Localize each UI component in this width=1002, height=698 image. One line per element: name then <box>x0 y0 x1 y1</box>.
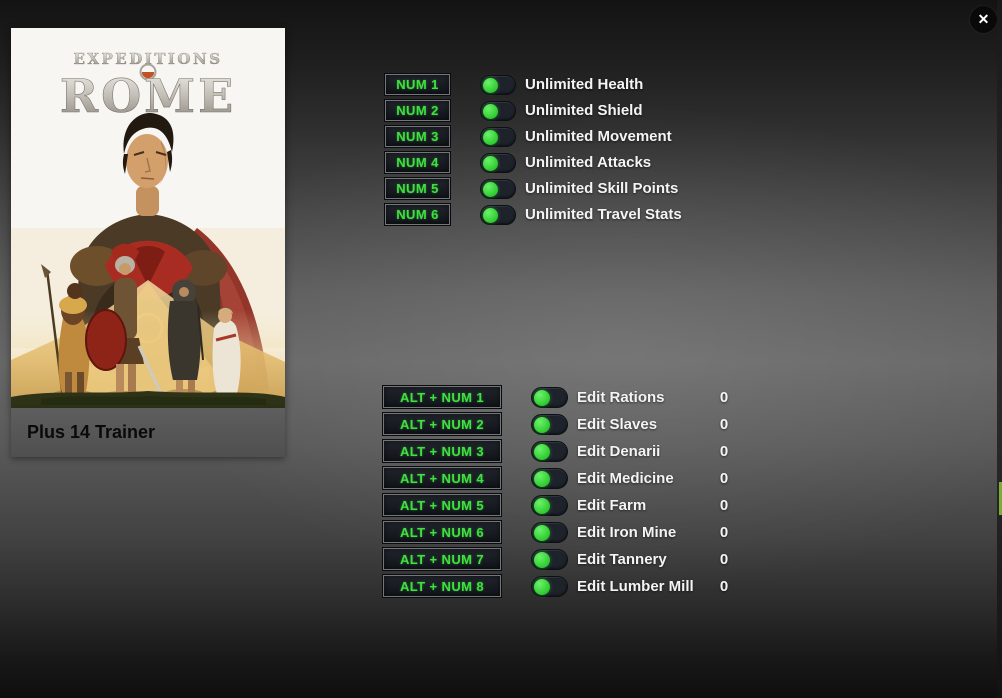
cheat-label: Unlimited Travel Stats <box>525 206 682 223</box>
trainer-row: ALT + NUM 4 Edit Medicine 0 <box>383 467 694 489</box>
trainer-row: NUM 6 Unlimited Travel Stats <box>385 204 682 225</box>
cheat-value: 0 <box>713 470 735 487</box>
poster-title-main: ROME <box>60 69 236 123</box>
close-icon: ✕ <box>978 11 990 28</box>
cheat-label: Unlimited Health <box>525 76 643 93</box>
toggle-switch[interactable] <box>480 179 516 199</box>
cheat-label: Edit Slaves <box>577 416 657 433</box>
trainer-row: ALT + NUM 5 Edit Farm 0 <box>383 494 694 516</box>
toggle-switch[interactable] <box>531 468 568 489</box>
cheat-group-editors: ALT + NUM 1 Edit Rations 0 ALT + NUM 2 E… <box>383 386 694 597</box>
hotkey-button[interactable]: NUM 6 <box>385 204 450 225</box>
toggle-switch[interactable] <box>480 127 516 147</box>
toggle-knob <box>483 208 498 223</box>
toggle-knob <box>534 390 550 406</box>
hotkey-button[interactable]: ALT + NUM 7 <box>383 548 501 570</box>
toggle-knob <box>534 579 550 595</box>
toggle-knob <box>534 498 550 514</box>
cheat-label: Edit Lumber Mill <box>577 578 694 595</box>
cheat-label: Unlimited Attacks <box>525 154 651 171</box>
hotkey-button[interactable]: NUM 2 <box>385 100 450 121</box>
hotkey-button[interactable]: ALT + NUM 3 <box>383 440 501 462</box>
cheat-label: Edit Denarii <box>577 443 660 460</box>
trainer-row: ALT + NUM 7 Edit Tannery 0 <box>383 548 694 570</box>
cheat-label: Edit Rations <box>577 389 665 406</box>
trainer-row: NUM 1 Unlimited Health <box>385 74 682 95</box>
cheat-value: 0 <box>713 389 735 406</box>
toggle-knob <box>534 552 550 568</box>
toggle-knob <box>534 471 550 487</box>
toggle-knob <box>483 130 498 145</box>
toggle-knob <box>534 444 550 460</box>
trainer-row: ALT + NUM 2 Edit Slaves 0 <box>383 413 694 435</box>
hotkey-button[interactable]: ALT + NUM 2 <box>383 413 501 435</box>
hotkey-button[interactable]: ALT + NUM 8 <box>383 575 501 597</box>
cheat-label: Edit Farm <box>577 497 646 514</box>
hotkey-button[interactable]: NUM 4 <box>385 152 450 173</box>
game-poster: EXPEDITIONS ROME <box>11 28 285 408</box>
cheat-value: 0 <box>713 551 735 568</box>
cheat-label: Unlimited Shield <box>525 102 643 119</box>
cheat-label: Edit Tannery <box>577 551 667 568</box>
hotkey-button[interactable]: NUM 5 <box>385 178 450 199</box>
cheat-value: 0 <box>713 416 735 433</box>
toggle-knob <box>534 525 550 541</box>
toggle-knob <box>483 156 498 171</box>
cheat-value: 0 <box>713 443 735 460</box>
toggle-switch[interactable] <box>480 101 516 121</box>
toggle-knob <box>534 417 550 433</box>
close-button[interactable]: ✕ <box>970 6 997 33</box>
trainer-caption: Plus 14 Trainer <box>11 408 285 457</box>
cheat-label: Edit Iron Mine <box>577 524 676 541</box>
trainer-row: ALT + NUM 8 Edit Lumber Mill 0 <box>383 575 694 597</box>
trainer-row: ALT + NUM 3 Edit Denarii 0 <box>383 440 694 462</box>
hotkey-button[interactable]: NUM 1 <box>385 74 450 95</box>
toggle-switch[interactable] <box>480 205 516 225</box>
toggle-knob <box>483 182 498 197</box>
toggle-switch[interactable] <box>531 441 568 462</box>
hotkey-button[interactable]: ALT + NUM 5 <box>383 494 501 516</box>
toggle-switch[interactable] <box>480 153 516 173</box>
toggle-switch[interactable] <box>531 576 568 597</box>
toggle-switch[interactable] <box>531 495 568 516</box>
cheat-label: Unlimited Movement <box>525 128 672 145</box>
game-poster-art: EXPEDITIONS ROME <box>11 28 285 408</box>
cheat-label: Unlimited Skill Points <box>525 180 678 197</box>
trainer-window: ✕ <box>0 0 1002 698</box>
hotkey-button[interactable]: NUM 3 <box>385 126 450 147</box>
trainer-row: NUM 4 Unlimited Attacks <box>385 152 682 173</box>
toggle-knob <box>483 78 498 93</box>
toggle-switch[interactable] <box>480 75 516 95</box>
cheat-value: 0 <box>713 497 735 514</box>
poster-logo: EXPEDITIONS ROME <box>60 50 236 123</box>
trainer-row: NUM 3 Unlimited Movement <box>385 126 682 147</box>
trainer-row: ALT + NUM 1 Edit Rations 0 <box>383 386 694 408</box>
hotkey-button[interactable]: ALT + NUM 6 <box>383 521 501 543</box>
cheat-group-unlimited: NUM 1 Unlimited Health NUM 2 Unlimited S… <box>385 74 682 225</box>
hotkey-button[interactable]: ALT + NUM 1 <box>383 386 501 408</box>
cheat-value: 0 <box>713 578 735 595</box>
cheat-label: Edit Medicine <box>577 470 674 487</box>
toggle-switch[interactable] <box>531 387 568 408</box>
cheat-value: 0 <box>713 524 735 541</box>
trainer-row: NUM 5 Unlimited Skill Points <box>385 178 682 199</box>
trainer-row: ALT + NUM 6 Edit Iron Mine 0 <box>383 521 694 543</box>
toggle-switch[interactable] <box>531 549 568 570</box>
toggle-switch[interactable] <box>531 522 568 543</box>
toggle-knob <box>483 104 498 119</box>
right-edge-strip <box>997 0 1002 698</box>
toggle-switch[interactable] <box>531 414 568 435</box>
trainer-row: NUM 2 Unlimited Shield <box>385 100 682 121</box>
hotkey-button[interactable]: ALT + NUM 4 <box>383 467 501 489</box>
